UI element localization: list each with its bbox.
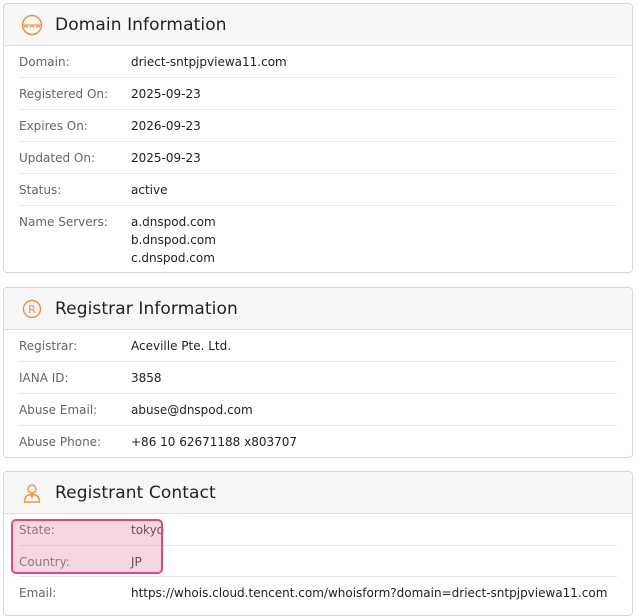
- row-value: active: [131, 183, 168, 197]
- card-header: www Domain Information: [4, 4, 632, 46]
- row-value: 2025-09-23: [131, 151, 201, 165]
- email-link[interactable]: https://whois.cloud.tencent.com/whoisfor…: [131, 584, 607, 609]
- info-row-abuse-phone: Abuse Phone: +86 10 62671188 x803707: [19, 426, 617, 458]
- name-server-list: a.dnspod.com b.dnspod.com c.dnspod.com: [131, 213, 216, 267]
- row-value: 2025-09-23: [131, 87, 201, 101]
- card-header: R Registrar Information: [4, 288, 632, 330]
- svg-text:www: www: [23, 21, 41, 29]
- row-label: Domain:: [19, 55, 70, 69]
- name-server: b.dnspod.com: [131, 233, 216, 247]
- row-label: Name Servers:: [19, 215, 108, 229]
- card-title: Registrant Contact: [55, 482, 216, 503]
- row-label: Registrar:: [19, 339, 78, 353]
- row-value: driect-sntpjpviewa11.com: [131, 55, 287, 69]
- svg-text:R: R: [28, 303, 36, 316]
- registered-icon: R: [21, 298, 43, 320]
- name-server: c.dnspod.com: [131, 251, 215, 265]
- info-row-email: Email: https://whois.cloud.tencent.com/w…: [19, 577, 617, 609]
- name-server: a.dnspod.com: [131, 215, 216, 229]
- row-label: Abuse Email:: [19, 403, 98, 417]
- card-title: Registrar Information: [55, 298, 238, 319]
- info-row-updated-on: Updated On: 2025-09-23: [19, 142, 617, 174]
- row-label: IANA ID:: [19, 371, 69, 385]
- info-row-name-servers: Name Servers: a.dnspod.com b.dnspod.com …: [19, 206, 617, 267]
- info-row-status: Status: active: [19, 174, 617, 206]
- info-row-iana-id: IANA ID: 3858: [19, 362, 617, 394]
- row-value: +86 10 62671188 x803707: [131, 435, 298, 449]
- info-row-registered-on: Registered On: 2025-09-23: [19, 78, 617, 110]
- person-icon: [21, 482, 43, 504]
- row-value: abuse@dnspod.com: [131, 403, 253, 417]
- domain-information-card: www Domain Information Domain: driect-sn…: [3, 3, 633, 273]
- row-value: Aceville Pte. Ltd.: [131, 339, 232, 353]
- highlight-box: [11, 519, 163, 574]
- row-label: Abuse Phone:: [19, 435, 102, 449]
- info-row-registrar: Registrar: Aceville Pte. Ltd.: [19, 330, 617, 362]
- info-row-expires-on: Expires On: 2026-09-23: [19, 110, 617, 142]
- row-label: Updated On:: [19, 151, 95, 165]
- www-globe-icon: www: [21, 14, 43, 36]
- row-label: Status:: [19, 183, 62, 197]
- info-row-domain: Domain: driect-sntpjpviewa11.com: [19, 46, 617, 78]
- row-value: 2026-09-23: [131, 119, 201, 133]
- row-label: Email:: [19, 586, 57, 600]
- row-label: Registered On:: [19, 87, 109, 101]
- row-value: 3858: [131, 371, 162, 385]
- info-row-abuse-email: Abuse Email: abuse@dnspod.com: [19, 394, 617, 426]
- card-header: Registrant Contact: [4, 472, 632, 514]
- registrar-information-card: R Registrar Information Registrar: Acevi…: [3, 287, 633, 458]
- row-label: Expires On:: [19, 119, 88, 133]
- card-title: Domain Information: [55, 14, 227, 35]
